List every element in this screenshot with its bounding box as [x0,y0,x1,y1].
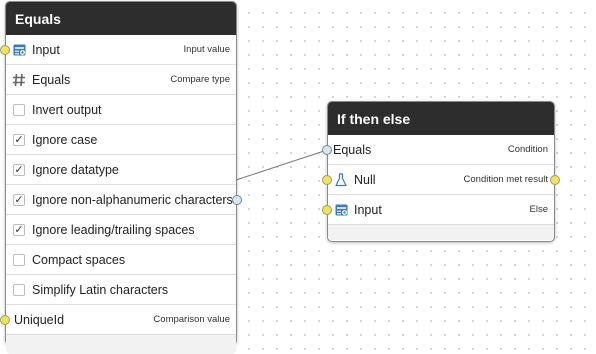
ignore-case-checkbox[interactable]: ✓ [13,133,25,146]
input-hint: Input value [183,44,230,55]
condition-label: Equals [333,142,372,157]
input-row[interactable]: Input Input value [0,35,236,65]
ignore-non-alphanumeric-label: Ignore non-alphanumeric characters [32,192,233,207]
if-then-else-header[interactable]: If then else [328,102,554,135]
simplify-latin-row[interactable]: Simplify Latin characters [6,275,236,305]
equals-row[interactable]: Equals Compare type [6,65,236,95]
else-port[interactable] [322,204,332,215]
ignore-datatype-row[interactable]: ✓ Ignore datatype [6,155,236,185]
else-row[interactable]: Input Else [322,195,554,225]
uniqueid-port[interactable] [0,314,10,325]
ignore-non-alphanumeric-checkbox[interactable]: ✓ [13,193,25,206]
condition-port[interactable] [322,144,332,155]
flask-icon [330,172,352,187]
if-then-else-footer [328,225,554,240]
null-hint: Condition met result [463,174,548,185]
compact-spaces-checkbox[interactable] [13,253,25,266]
condition-row[interactable]: Equals Condition [322,135,554,165]
check-icon: ✓ [14,163,24,176]
uniqueid-row[interactable]: UniqueId Comparison value [0,305,236,335]
compact-spaces-row[interactable]: Compact spaces [6,245,236,275]
invert-output-row[interactable]: Invert output [6,95,236,125]
else-label: Input [354,202,382,217]
input-label: Input [32,42,60,57]
ignore-spaces-label: Ignore leading/trailing spaces [32,222,195,237]
ignore-case-row[interactable]: ✓ Ignore case [6,125,236,155]
invert-output-label: Invert output [32,102,102,117]
ignore-spaces-checkbox[interactable]: ✓ [13,223,25,236]
check-icon: ✓ [14,133,24,146]
output-port[interactable] [232,194,242,205]
table-input-icon [330,204,352,216]
if-then-else-title: If then else [337,110,411,127]
ignore-datatype-label: Ignore datatype [32,162,119,177]
compact-spaces-label: Compact spaces [32,252,126,267]
null-in-port[interactable] [322,174,332,185]
ignore-spaces-row[interactable]: ✓ Ignore leading/trailing spaces [6,215,236,245]
uniqueid-label: UniqueId [14,312,65,327]
simplify-latin-label: Simplify Latin characters [32,282,169,297]
result-out-port[interactable] [550,174,560,185]
equals-node[interactable]: Equals Input Input value Equals Compare … [0,1,242,354]
null-row[interactable]: Null Condition met result [322,165,560,195]
ignore-non-alphanumeric-row[interactable]: ✓ Ignore non-alphanumeric characters [6,185,242,215]
check-icon: ✓ [14,223,24,236]
equals-hint: Compare type [170,74,230,85]
hash-icon [8,73,30,87]
condition-hint: Condition [507,144,548,155]
input-port[interactable] [0,44,10,55]
equals-node-header[interactable]: Equals [6,2,236,35]
invert-output-checkbox[interactable] [13,103,25,116]
if-then-else-node[interactable]: If then else Equals Condition Null Condi… [322,101,560,242]
else-hint: Else [529,204,548,215]
null-label: Null [354,172,376,187]
simplify-latin-checkbox[interactable] [13,283,25,296]
equals-node-title: Equals [15,10,61,27]
equals-label: Equals [32,72,71,87]
equals-node-footer [6,335,236,354]
ignore-datatype-checkbox[interactable]: ✓ [13,163,25,176]
table-input-icon [8,44,30,56]
check-icon: ✓ [14,193,24,206]
uniqueid-hint: Comparison value [153,314,230,325]
ignore-case-label: Ignore case [32,132,98,147]
